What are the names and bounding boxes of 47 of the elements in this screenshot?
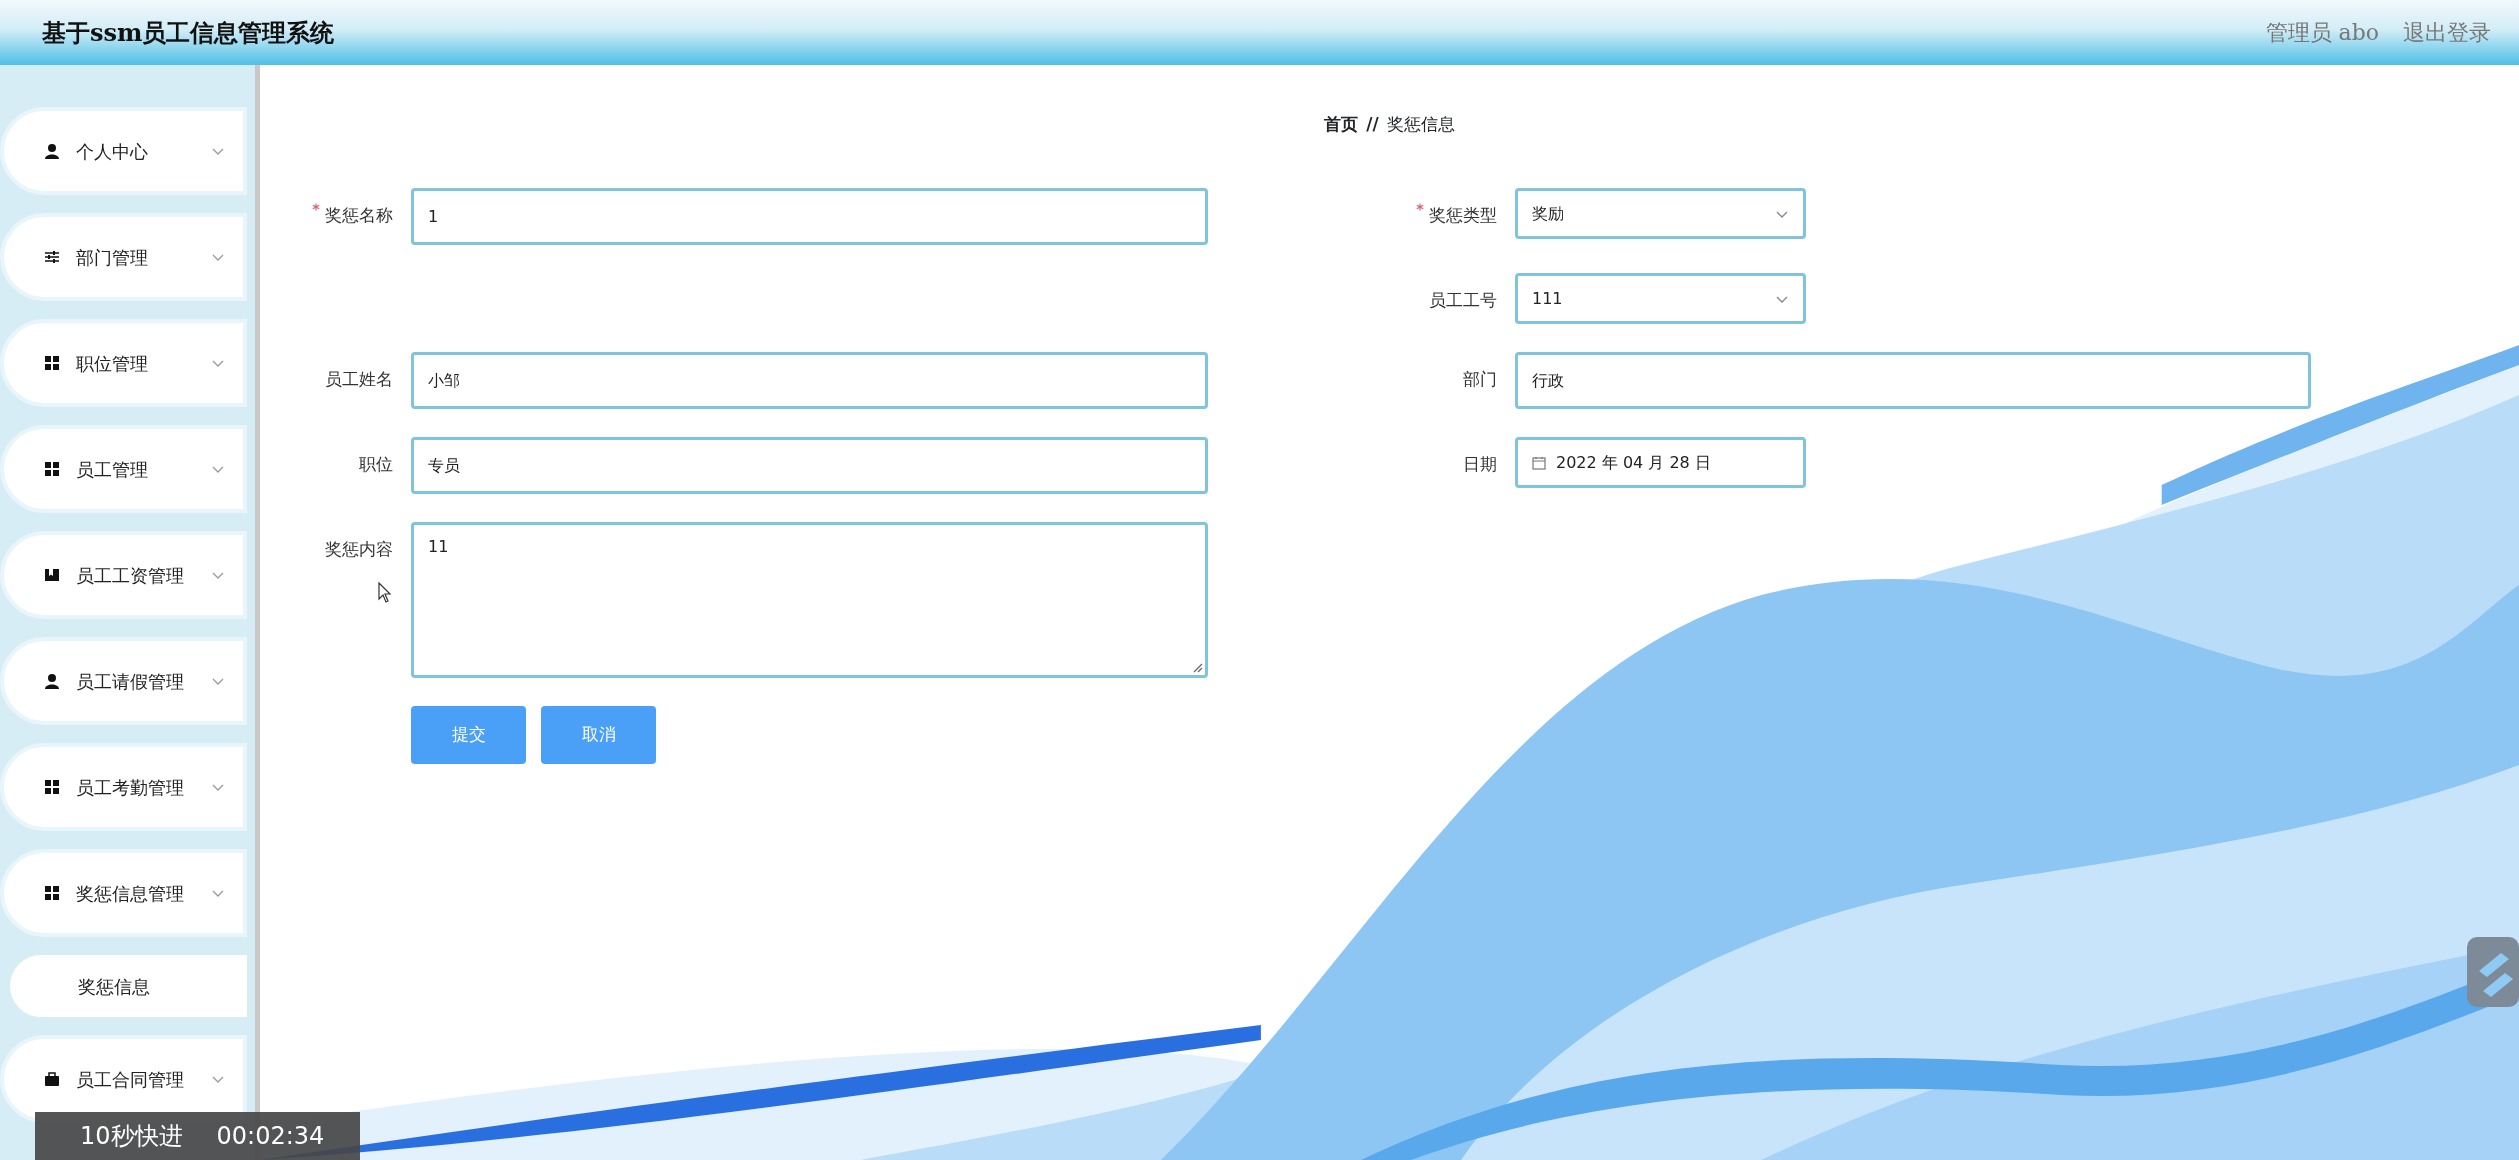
grid-icon [44, 461, 60, 477]
field-label: 奖惩名称 [325, 204, 393, 227]
field-label: 奖惩类型 [1429, 204, 1497, 227]
playback-time: 00:02:34 [216, 1121, 325, 1152]
textarea-field[interactable]: 11 [411, 522, 1208, 678]
field-label: 部门 [1463, 368, 1497, 391]
date-field[interactable]: 2022 年 04 月 28 日 [1515, 437, 1806, 488]
input-field[interactable]: 行政 [1515, 352, 2311, 409]
input-field[interactable]: 专员 [411, 437, 1208, 494]
sidebar-submenu-item[interactable]: 奖惩信息 [10, 955, 247, 1017]
sidebar-menu-item[interactable]: 个人中心 [0, 107, 247, 195]
user-icon [44, 143, 60, 159]
shortcut-icon[interactable] [2465, 935, 2519, 1009]
fast-forward-label: 10秒快进 [80, 1121, 183, 1152]
sidebar-menu-item[interactable]: 员工工资管理 [0, 531, 247, 619]
user-icon [44, 673, 60, 689]
sidebar-menu-item[interactable]: 员工合同管理 [0, 1035, 247, 1123]
field-label: 职位 [359, 453, 393, 476]
sidebar-menu-item[interactable]: 员工管理 [0, 425, 247, 513]
app-title: 基于ssm员工信息管理系统 [42, 16, 335, 49]
breadcrumb-separator: // [1366, 113, 1379, 136]
sliders-icon [44, 249, 60, 265]
sidebar-menu-item[interactable]: 员工考勤管理 [0, 743, 247, 831]
sidebar-menu-item[interactable]: 奖惩信息管理 [0, 849, 247, 937]
calendar-icon [1532, 455, 1546, 470]
field-label: 员工工号 [1429, 289, 1497, 312]
resize-grip-icon [1191, 661, 1203, 673]
field-label: 日期 [1463, 453, 1497, 476]
book-icon [44, 567, 60, 583]
grid-icon [44, 355, 60, 371]
cursor-icon [377, 580, 393, 605]
grid-icon [44, 779, 60, 795]
sidebar-menu-item[interactable]: 职位管理 [0, 319, 247, 407]
grid-icon [44, 885, 60, 901]
field-label: 奖惩内容 [325, 538, 393, 561]
select-field[interactable]: 奖励 [1515, 188, 1806, 239]
user-label: 管理员 abo [2265, 19, 2379, 47]
sidebar-menu-item[interactable]: 员工请假管理 [0, 637, 247, 725]
breadcrumb-current: 奖惩信息 [1386, 113, 1455, 136]
input-field[interactable]: 1 [411, 188, 1208, 245]
input-field[interactable]: 小邹 [411, 352, 1208, 409]
sidebar-menu-item[interactable]: 部门管理 [0, 213, 247, 301]
briefcase-icon [44, 1071, 60, 1087]
field-label: 员工姓名 [325, 368, 393, 391]
logout-link[interactable]: 退出登录 [2403, 16, 2491, 49]
select-field[interactable]: 111 [1515, 273, 1806, 324]
breadcrumb-home-link[interactable]: 首页 [1324, 110, 1359, 160]
